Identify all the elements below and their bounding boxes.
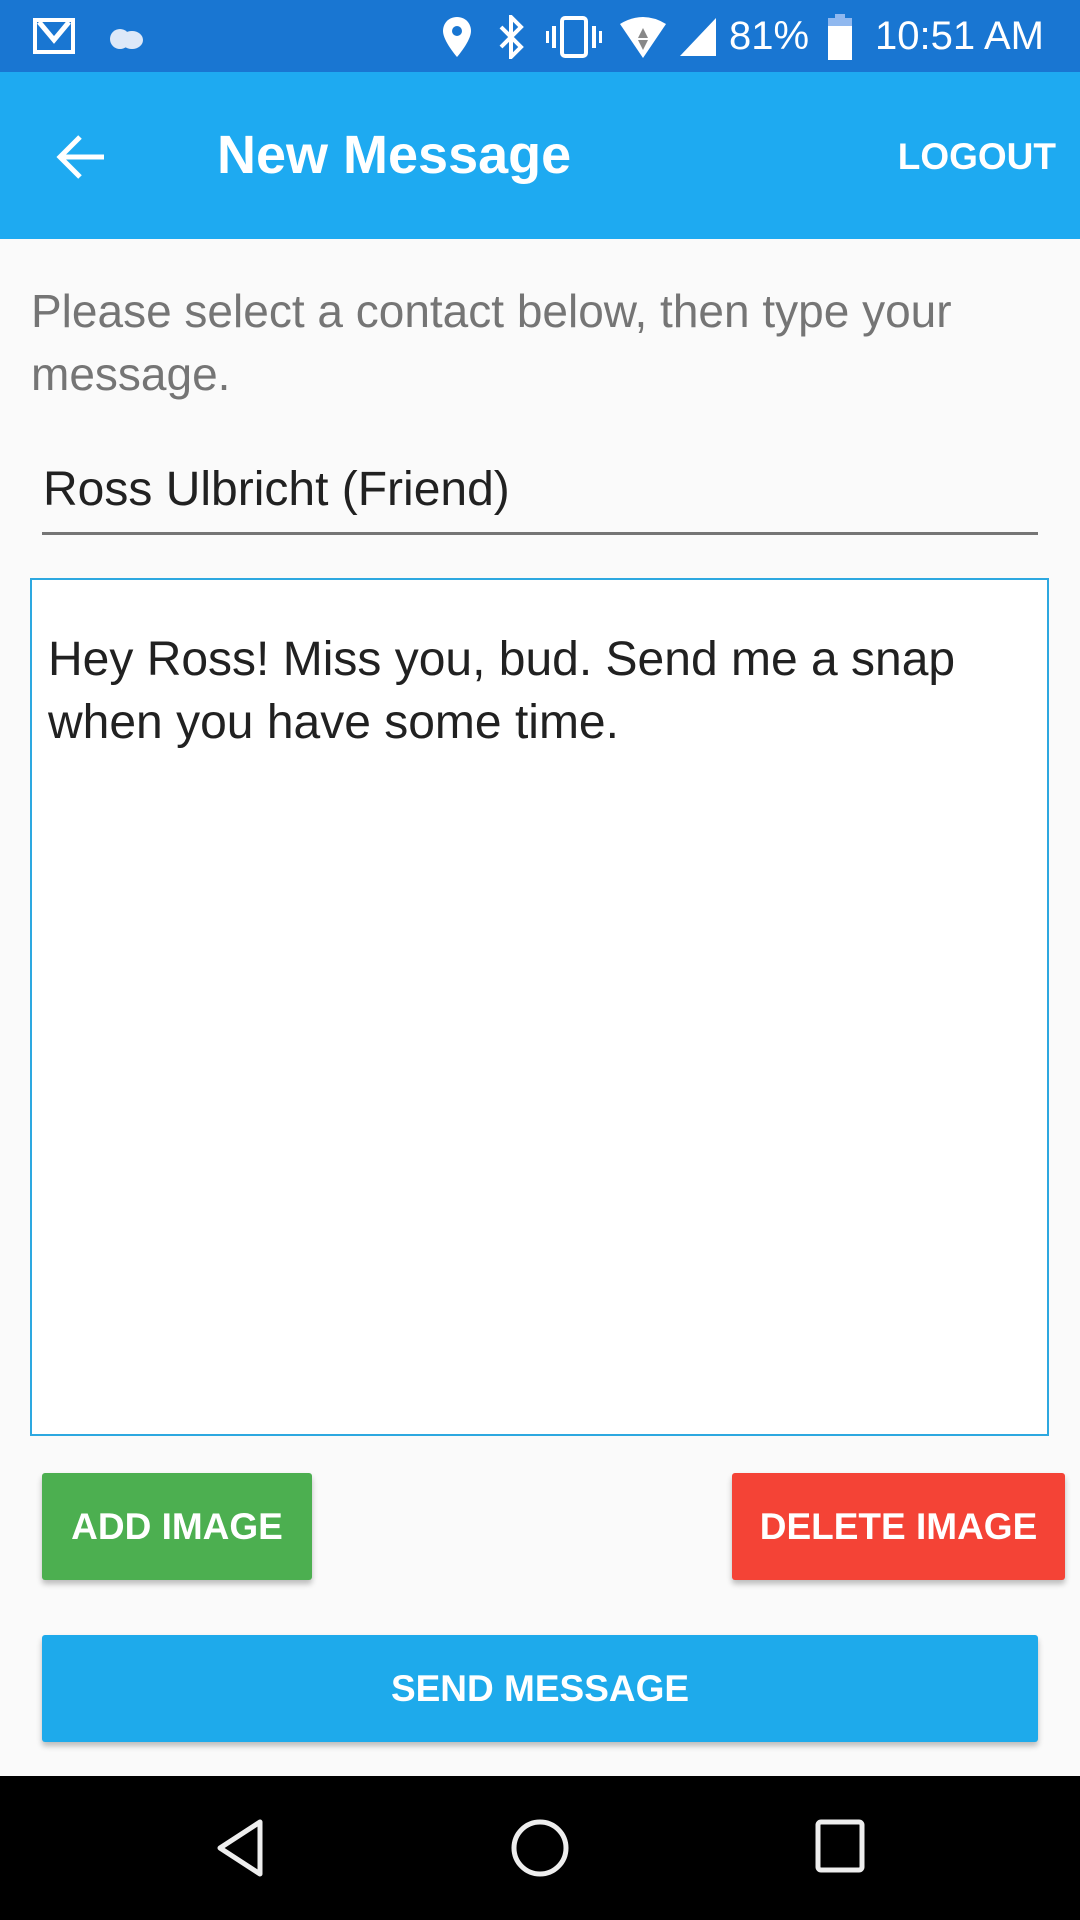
add-image-button[interactable]: ADD IMAGE: [42, 1473, 312, 1580]
nav-back-icon[interactable]: [214, 1818, 266, 1878]
location-icon: [443, 17, 471, 57]
page-title: New Message: [217, 125, 572, 185]
arrow-back-icon[interactable]: [52, 127, 112, 187]
status-bar: 81% 10:51 AM: [0, 0, 1080, 72]
navigation-bar: [0, 1776, 1080, 1920]
nav-home-icon[interactable]: [510, 1818, 570, 1878]
nav-recents-icon[interactable]: [814, 1818, 866, 1874]
battery-icon: [828, 14, 852, 60]
signal-icon: [680, 18, 716, 56]
app-toolbar: New Message LOGOUT: [0, 72, 1080, 239]
gmail-icon: [33, 18, 75, 54]
contact-underline: [42, 532, 1038, 535]
logout-button[interactable]: LOGOUT: [898, 136, 1056, 178]
bluetooth-icon: [499, 15, 524, 59]
vibrate-icon: [546, 16, 602, 58]
contact-selector[interactable]: Ross Ulbricht (Friend): [43, 462, 510, 517]
message-input[interactable]: Hey Ross! Miss you, bud. Send me a snap …: [30, 578, 1049, 1436]
battery-percent: 81%: [729, 14, 810, 58]
clock: 10:51 AM: [875, 14, 1045, 58]
wifi-icon: [620, 17, 666, 58]
delete-image-button[interactable]: DELETE IMAGE: [732, 1473, 1065, 1580]
send-message-button[interactable]: SEND MESSAGE: [42, 1635, 1038, 1742]
instructions-text: Please select a contact below, then type…: [31, 285, 952, 400]
cloud-icon: [110, 29, 143, 49]
